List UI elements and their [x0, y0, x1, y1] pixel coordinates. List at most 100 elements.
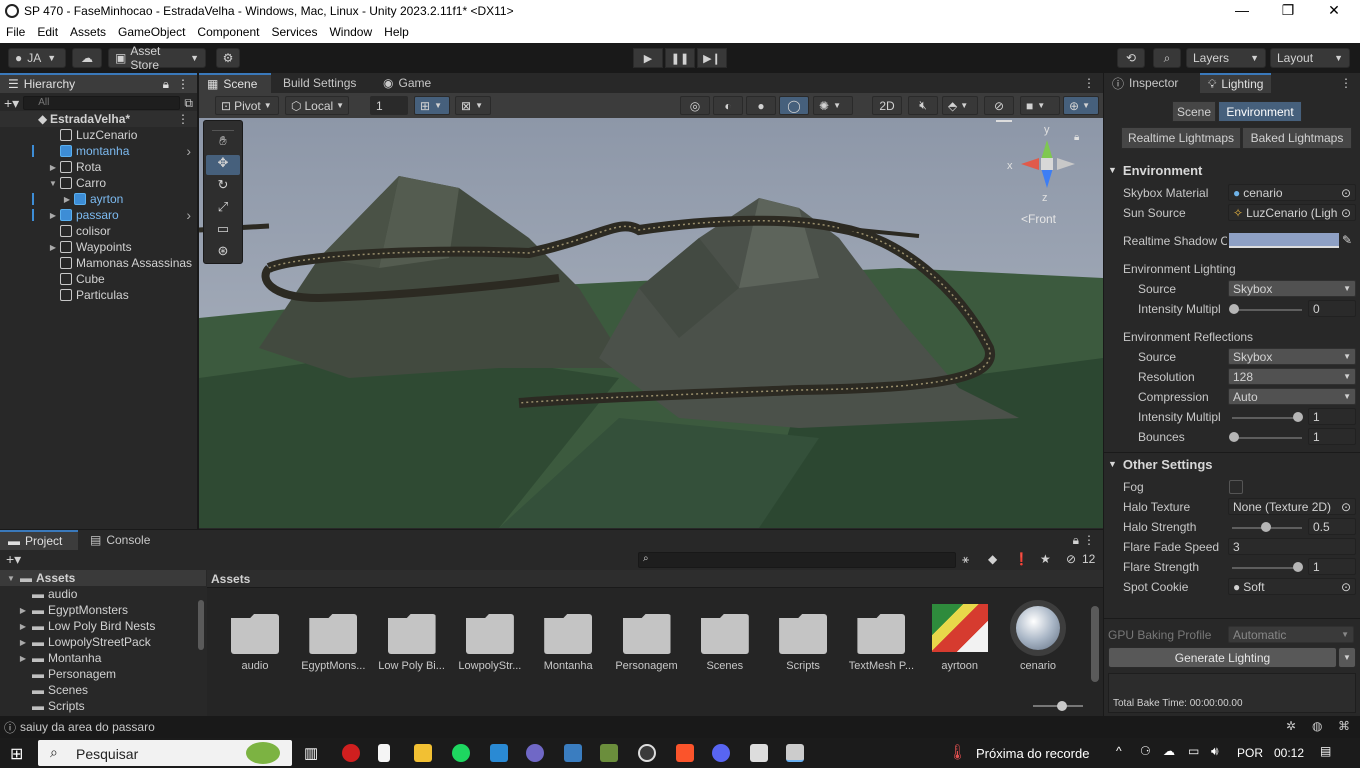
scene-root[interactable]: ◆ EstradaVelha* ⋮	[0, 111, 197, 127]
2d-toggle[interactable]: 2D	[872, 96, 902, 115]
type-filter-icon[interactable]: ⚹	[962, 552, 969, 567]
tab-hierarchy[interactable]: ☰ Hierarchy 🔒︎ ⋮	[0, 73, 197, 93]
minecraft-icon[interactable]	[600, 744, 618, 762]
bounces-slider[interactable]	[1232, 437, 1302, 439]
tab-project[interactable]: ▬ Project	[0, 530, 78, 550]
warning-icon[interactable]: ❗	[1014, 552, 1029, 566]
picker-icon[interactable]: ⊙	[1341, 206, 1351, 220]
menu-help[interactable]: Help	[378, 23, 415, 41]
hierarchy-item[interactable]: Particulas	[0, 287, 197, 303]
breadcrumb-assets[interactable]: Assets	[211, 572, 250, 586]
picker-icon[interactable]: ⊙	[1341, 186, 1351, 200]
spotify-icon[interactable]	[452, 744, 470, 762]
expand-arrow-icon[interactable]: ▶	[18, 622, 28, 631]
gizmo-front-label[interactable]: <Front	[1021, 212, 1056, 226]
snap-toggle[interactable]: ⊠ ▼	[455, 96, 491, 115]
expand-arrow-icon[interactable]: ▶	[18, 606, 28, 615]
discord-icon[interactable]	[712, 744, 730, 762]
more-icon[interactable]: ⋮	[1083, 76, 1095, 90]
asset-item[interactable]: Low Poly Bi...	[374, 588, 450, 684]
more-icon[interactable]: ⋮	[1083, 533, 1095, 547]
drag-handle[interactable]	[212, 123, 234, 131]
search-button[interactable]: ⌕	[1153, 48, 1181, 68]
asset-item[interactable]: Personagem	[609, 588, 685, 684]
transform-tool-button[interactable]: ⊛	[206, 243, 240, 263]
hierarchy-item[interactable]: ▶ Rota	[0, 159, 197, 175]
bounces-input[interactable]: 1	[1308, 428, 1356, 445]
tab-scene[interactable]: ▦ Scene	[199, 73, 271, 93]
move-tool-button[interactable]: ✥	[206, 155, 240, 175]
fog-checkbox[interactable]	[1229, 480, 1243, 494]
more-icon[interactable]: ⋮	[177, 77, 189, 91]
bug-icon[interactable]: ✲	[1286, 719, 1296, 733]
hierarchy-item[interactable]: ▼ Carro	[0, 175, 197, 191]
lock-icon[interactable]: 🔒︎	[1073, 533, 1079, 548]
menu-services[interactable]: Services	[265, 23, 323, 41]
taskbar-search-box[interactable]: ⌕ Pesquisar	[38, 740, 292, 766]
tree-folder-item[interactable]: ▬ Scripts	[0, 698, 206, 714]
asset-item[interactable]: audio	[217, 588, 293, 684]
other-settings-section[interactable]: ▼ Other Settings	[1108, 455, 1213, 473]
label-filter-icon[interactable]: ◆	[988, 552, 997, 566]
volume-icon[interactable]: 🔊︎	[1211, 744, 1219, 759]
tree-scrollbar[interactable]	[198, 600, 204, 650]
clock[interactable]: 00:12	[1274, 746, 1304, 760]
asset-store-button[interactable]: ▣ Asset Store ▼	[108, 44, 206, 72]
tab-lighting[interactable]: 💡︎ Lighting	[1200, 73, 1272, 93]
icon-size-knob[interactable]	[1057, 701, 1067, 711]
more-icon[interactable]: ⋮	[1340, 76, 1352, 90]
unity-hub-icon[interactable]	[750, 744, 768, 762]
menu-component[interactable]: Component	[191, 23, 265, 41]
task-view-icon[interactable]: ▥	[304, 744, 318, 762]
intensity-slider-knob[interactable]	[1229, 304, 1239, 314]
asset-item[interactable]: ayrtoon	[922, 588, 998, 684]
expand-arrow-icon[interactable]: ▶	[48, 211, 58, 220]
flare-strength-slider[interactable]	[1232, 567, 1302, 569]
hierarchy-search-input[interactable]: All	[23, 96, 181, 110]
halo-strength-knob[interactable]	[1261, 522, 1271, 532]
hand-tool-button[interactable]: ✋︎	[206, 133, 240, 153]
expand-arrow-icon[interactable]: ▶	[62, 195, 72, 204]
layout-dropdown[interactable]: Layout ▼	[1270, 48, 1350, 68]
pivot-dropdown[interactable]: ⊡ Pivot ▼	[215, 96, 279, 115]
shaded-wire-toggle[interactable]: ◐	[713, 96, 743, 115]
app-icon[interactable]	[564, 744, 582, 762]
hierarchy-item[interactable]: LuzCenario	[0, 127, 197, 143]
reflection-source-dropdown[interactable]: Skybox ▼	[1228, 348, 1356, 365]
add-icon[interactable]: +▾	[4, 95, 19, 112]
maximize-button[interactable]: ❐	[1265, 2, 1311, 19]
asset-item[interactable]: Scripts	[765, 588, 841, 684]
tree-folder-item[interactable]: ▬ Scenes	[0, 682, 206, 698]
tab-scene-settings[interactable]: Scene	[1172, 101, 1216, 122]
menu-assets[interactable]: Assets	[64, 23, 112, 41]
gizmos-dropdown[interactable]: ⊕ ▼	[1063, 96, 1099, 115]
grid-toggle[interactable]: ⊞ ▼	[414, 96, 450, 115]
intensity-input[interactable]: 0	[1308, 300, 1356, 317]
generate-lighting-menu[interactable]: ▼	[1338, 647, 1356, 668]
rect-tool-button[interactable]: ▭	[206, 221, 240, 241]
tab-game[interactable]: ◉ Game	[375, 73, 439, 93]
add-icon[interactable]: +▾	[6, 551, 21, 568]
tab-console[interactable]: ▤ Console	[82, 530, 158, 550]
app-icon[interactable]	[526, 744, 544, 762]
asset-item[interactable]: EgyptMons...	[295, 588, 371, 684]
drag-handle[interactable]	[996, 120, 1012, 122]
hierarchy-item[interactable]: ▶ Waypoints	[0, 239, 197, 255]
progress-icon[interactable]: ◍	[1312, 719, 1322, 733]
hidden-packages-icon[interactable]: ⊘	[1066, 552, 1076, 566]
hierarchy-item[interactable]: montanha ›	[0, 143, 197, 159]
notification-icon[interactable]: ▤	[1320, 744, 1331, 758]
source-dropdown[interactable]: Skybox ▼	[1228, 280, 1356, 297]
expand-arrow-icon[interactable]: ▶	[48, 243, 58, 252]
tab-baked-lightmaps[interactable]: Baked Lightmaps	[1242, 127, 1352, 149]
chevron-right-icon[interactable]: ›	[186, 207, 191, 223]
lit-toggle[interactable]: ◯	[779, 96, 809, 115]
scene-viewport[interactable]: y x z <Front 🔒︎ ✋︎ ✥ ↻ ⤢ ▭ ⊛	[199, 118, 1103, 528]
windows-start-icon[interactable]: ⊞	[10, 744, 23, 764]
effects-dropdown[interactable]: ⬘ ▼	[942, 96, 978, 115]
asset-item[interactable]: cenario	[1000, 588, 1076, 684]
status-message[interactable]: saiuy da area do passaro	[20, 720, 155, 734]
audio-toggle[interactable]: 🔇︎	[908, 96, 938, 115]
package-button[interactable]: ⚙	[216, 48, 240, 68]
network-icon[interactable]: ▭	[1188, 744, 1199, 758]
